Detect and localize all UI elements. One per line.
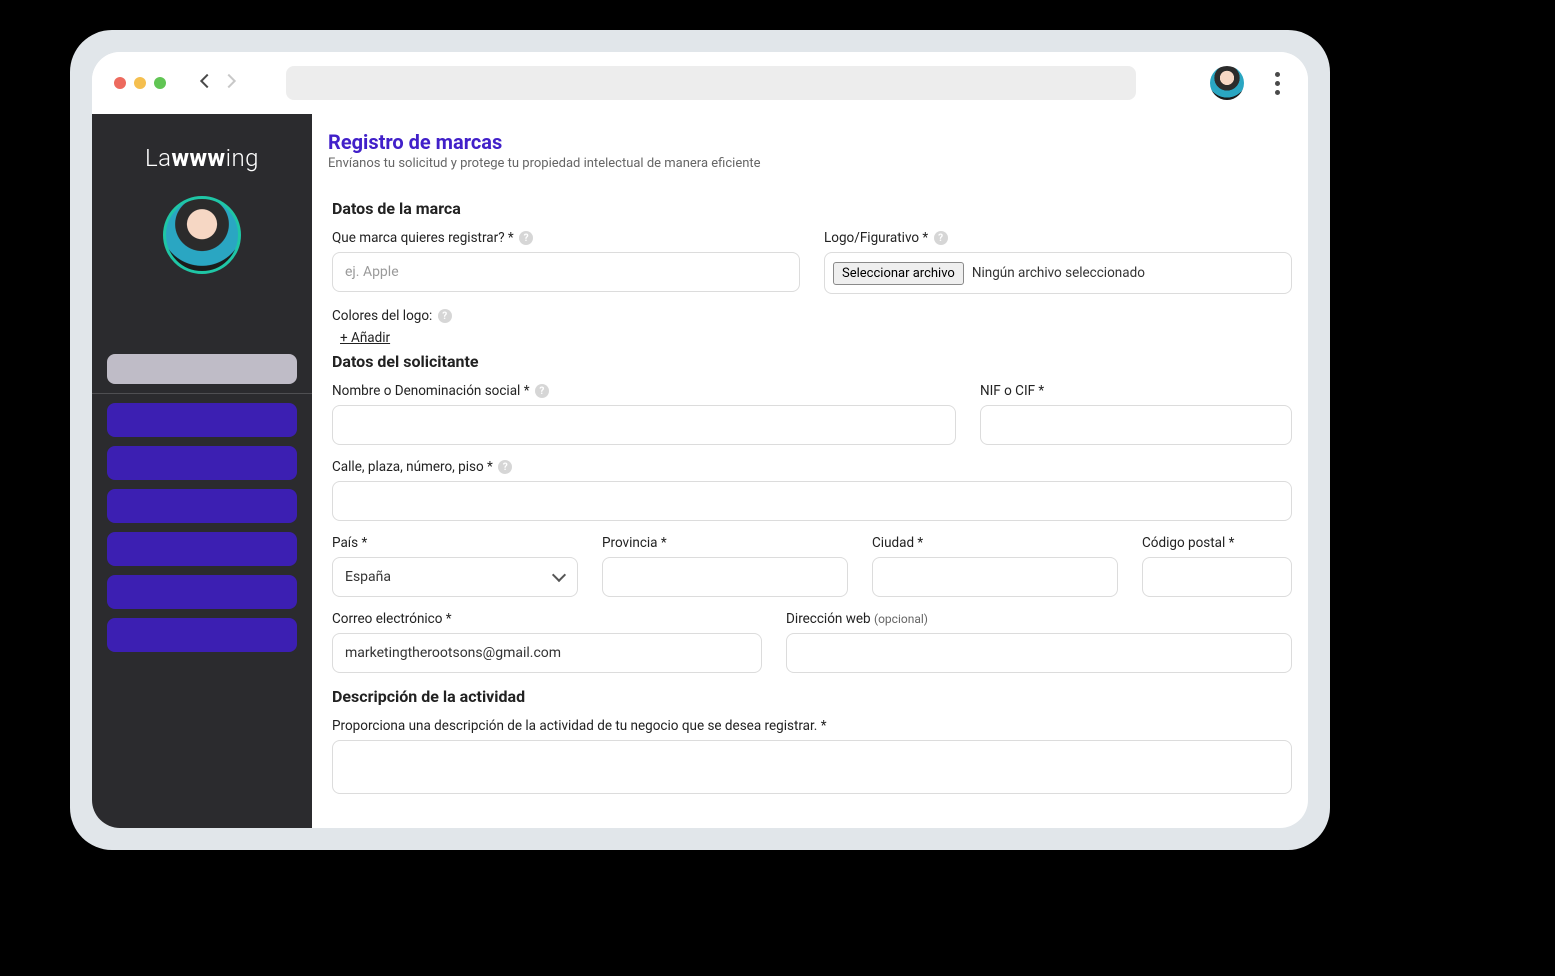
sidebar-item[interactable]	[107, 575, 297, 609]
brand-name-label: Que marca quieres registrar? * ?	[332, 230, 800, 246]
file-select-button[interactable]: Seleccionar archivo	[833, 262, 964, 285]
device-frame: Lawwwing Registro de marcas Envíanos tu …	[70, 30, 1330, 850]
help-icon[interactable]: ?	[934, 231, 948, 245]
applicant-name-input[interactable]	[332, 405, 956, 445]
activity-desc-label: Proporciona una descripción de la activi…	[332, 718, 1292, 734]
profile-avatar[interactable]	[1210, 66, 1244, 100]
help-icon[interactable]: ?	[438, 309, 452, 323]
sidebar-avatar[interactable]	[163, 196, 241, 274]
section-brand-title: Datos de la marca	[332, 199, 1292, 218]
maximize-window-icon[interactable]	[154, 77, 166, 89]
help-icon[interactable]: ?	[535, 384, 549, 398]
close-window-icon[interactable]	[114, 77, 126, 89]
address-input[interactable]	[332, 481, 1292, 521]
sidebar-item[interactable]	[107, 403, 297, 437]
postal-label: Código postal *	[1142, 535, 1292, 551]
back-button[interactable]	[194, 70, 216, 96]
browser-topbar	[92, 52, 1308, 114]
nif-input[interactable]	[980, 405, 1292, 445]
logo-label: Logo/Figurativo * ?	[824, 230, 1292, 246]
applicant-name-label: Nombre o Denominación social * ?	[332, 383, 956, 399]
nav-arrows	[194, 70, 242, 96]
address-label: Calle, plaza, número, piso * ?	[332, 459, 1292, 475]
sidebar-divider	[92, 393, 312, 394]
city-label: Ciudad *	[872, 535, 1118, 551]
main-content: Registro de marcas Envíanos tu solicitud…	[312, 114, 1308, 828]
activity-desc-input[interactable]	[332, 740, 1292, 794]
logo-file-input[interactable]: Seleccionar archivo Ningún archivo selec…	[824, 252, 1292, 294]
brand-logo: Lawwwing	[145, 144, 259, 172]
sidebar-item[interactable]	[107, 354, 297, 384]
add-color-link[interactable]: + Añadir	[332, 330, 452, 346]
postal-input[interactable]	[1142, 557, 1292, 597]
file-status-text: Ningún archivo seleccionado	[972, 265, 1145, 281]
url-bar[interactable]	[286, 66, 1136, 100]
brand-name-input[interactable]	[332, 252, 800, 292]
window-controls	[114, 77, 166, 89]
logo-colors-label: Colores del logo: ?	[332, 308, 452, 324]
help-icon[interactable]: ?	[519, 231, 533, 245]
web-input[interactable]	[786, 633, 1292, 673]
browser-menu-icon[interactable]	[1268, 72, 1286, 95]
email-label: Correo electrónico *	[332, 611, 762, 627]
sidebar-item[interactable]	[107, 489, 297, 523]
minimize-window-icon[interactable]	[134, 77, 146, 89]
section-activity-title: Descripción de la actividad	[332, 687, 1292, 706]
web-label: Dirección web (opcional)	[786, 611, 1292, 627]
screen: Lawwwing Registro de marcas Envíanos tu …	[92, 52, 1308, 828]
country-label: País *	[332, 535, 578, 551]
sidebar-item[interactable]	[107, 532, 297, 566]
city-input[interactable]	[872, 557, 1118, 597]
sidebar-item[interactable]	[107, 618, 297, 652]
page-title: Registro de marcas	[328, 130, 1292, 154]
section-applicant-title: Datos del solicitante	[332, 352, 1292, 371]
country-select[interactable]: España	[332, 557, 578, 597]
sidebar-item[interactable]	[107, 446, 297, 480]
province-input[interactable]	[602, 557, 848, 597]
sidebar: Lawwwing	[92, 114, 312, 828]
nif-label: NIF o CIF *	[980, 383, 1292, 399]
page-subtitle: Envíanos tu solicitud y protege tu propi…	[328, 156, 1292, 171]
email-input[interactable]	[332, 633, 762, 673]
province-label: Provincia *	[602, 535, 848, 551]
help-icon[interactable]: ?	[498, 460, 512, 474]
forward-button	[220, 70, 242, 96]
